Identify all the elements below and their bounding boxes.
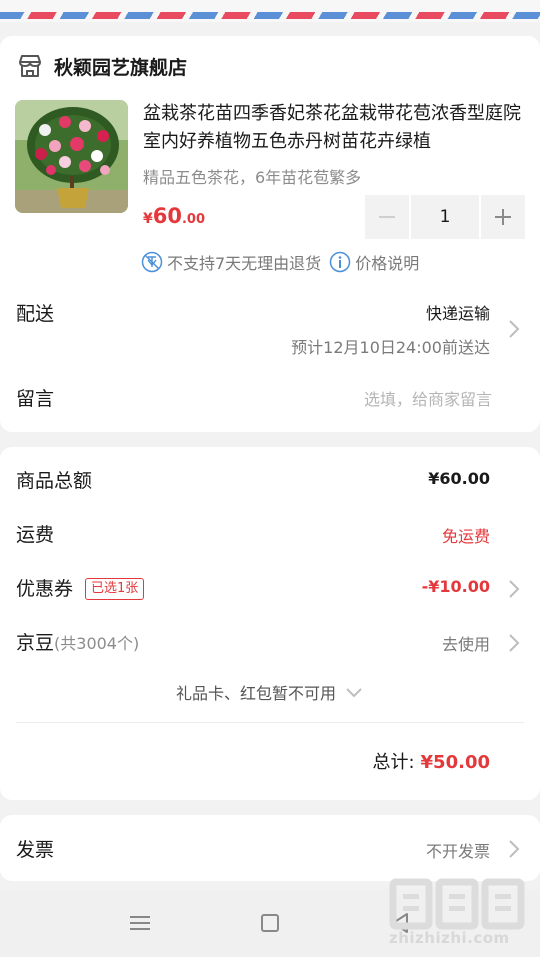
message-label: 留言	[16, 388, 55, 410]
coupon-label: 优惠券	[16, 578, 74, 600]
shipping-label: 运费	[16, 524, 55, 546]
coupon-discount-value[interactable]: -¥10.00	[422, 577, 490, 596]
divider	[16, 722, 524, 723]
goods-total-label: 商品总额	[16, 470, 93, 492]
jd-beans-use-button[interactable]: 去使用	[442, 631, 490, 655]
order-product-card: 秋颖园艺旗舰店 盆栽茶花苗四季香妃茶花盆栽带花苞浓香型庭院室内好养植物五色赤丹树…	[0, 36, 540, 432]
shop-name: 秋颖园艺旗舰店	[54, 56, 188, 79]
order-total: 总计: ¥50.00	[372, 748, 490, 774]
product-spec: 精品五色茶花，6年苗花苞繁多	[143, 168, 362, 187]
delivery-eta: 预计12月10日24:00前送达	[291, 338, 490, 357]
info-icon[interactable]	[329, 251, 351, 273]
jd-beans-count: (共3004个)	[54, 634, 140, 653]
goods-total-value: ¥60.00	[428, 469, 490, 488]
total-label: 总计:	[372, 752, 415, 773]
square-home-icon	[261, 914, 279, 932]
product-notices: 不支持7天无理由退货 价格说明	[141, 250, 419, 274]
delivery-label: 配送	[16, 303, 55, 325]
menu-icon	[130, 916, 150, 930]
product-price: ¥60.00	[143, 204, 205, 228]
giftcard-notice[interactable]: 礼品卡、红包暂不可用	[0, 680, 540, 704]
price-decimal: .00	[181, 212, 206, 227]
no-return-notice: 不支持7天无理由退货	[167, 254, 322, 273]
shop-header[interactable]: 秋颖园艺旗舰店	[16, 52, 187, 80]
price-integer: 60	[152, 204, 182, 228]
minus-icon	[379, 216, 395, 218]
delivery-method[interactable]: 快递运输	[426, 300, 490, 324]
chevron-right-icon[interactable]	[508, 839, 520, 859]
price-currency: ¥	[143, 211, 153, 227]
chevron-right-icon[interactable]	[508, 633, 520, 653]
product-image[interactable]	[15, 100, 128, 213]
shipping-value: 免运费	[441, 527, 490, 546]
coupon-row[interactable]: 优惠券 已选1张	[16, 574, 145, 601]
invoice-card[interactable]: 发票 不开发票	[0, 815, 540, 881]
no-return-icon	[141, 251, 163, 273]
airmail-stripe-header	[0, 0, 540, 22]
plus-icon	[495, 209, 511, 225]
giftcard-notice-text: 礼品卡、红包暂不可用	[175, 684, 336, 703]
quantity-stepper: 1	[365, 195, 525, 239]
chevron-right-icon[interactable]	[508, 319, 520, 339]
product-title[interactable]: 盆栽茶花苗四季香妃茶花盆栽带花苞浓香型庭院室内好养植物五色赤丹树苗花卉绿植	[143, 100, 525, 156]
increase-quantity-button[interactable]	[481, 195, 525, 239]
chevron-right-icon[interactable]	[508, 579, 520, 599]
watermark-text: zhizhizhi.com	[389, 929, 510, 947]
invoice-value: 不开发票	[425, 842, 490, 861]
quantity-input[interactable]: 1	[411, 195, 479, 239]
jd-beans-row[interactable]: 京豆(共3004个)	[16, 628, 139, 655]
coupon-selected-badge: 已选1张	[85, 578, 145, 600]
price-summary-card: 商品总额 ¥60.00 运费 免运费 优惠券 已选1张 -¥10.00 京豆(共3…	[0, 447, 540, 800]
menu-nav-button[interactable]	[110, 889, 170, 957]
price-info-link[interactable]: 价格说明	[355, 250, 419, 274]
chevron-down-icon	[346, 688, 362, 698]
invoice-label: 发票	[16, 839, 55, 861]
jd-beans-label: 京豆	[16, 632, 55, 654]
message-input[interactable]: 选填，给商家留言	[364, 386, 492, 410]
store-icon	[19, 55, 41, 77]
decrease-quantity-button[interactable]	[365, 195, 409, 239]
home-nav-button[interactable]	[240, 889, 300, 957]
total-value: ¥50.00	[420, 752, 490, 773]
